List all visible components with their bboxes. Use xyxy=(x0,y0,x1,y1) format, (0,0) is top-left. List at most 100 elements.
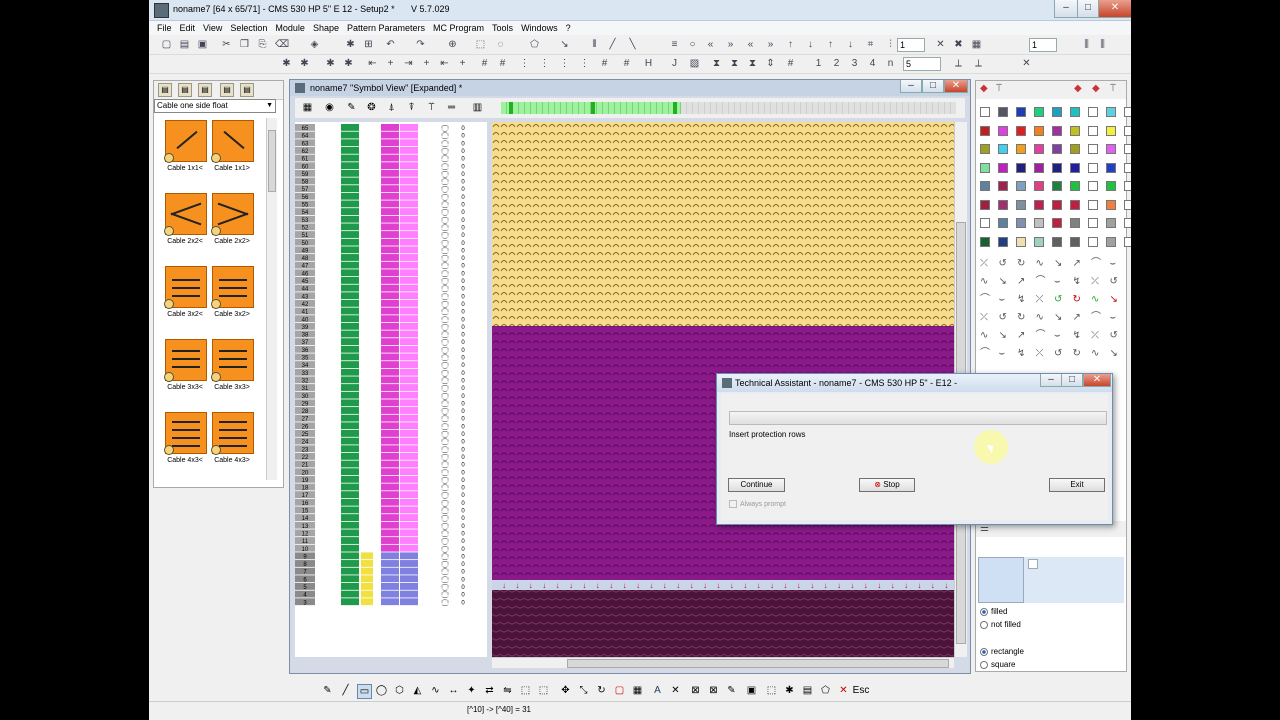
color-swatch[interactable] xyxy=(1088,125,1098,136)
color-swatch[interactable] xyxy=(1016,144,1026,154)
menu-edit[interactable]: Edit xyxy=(176,21,200,35)
cross-icon[interactable]: ✕ xyxy=(669,684,682,697)
stitch-symbol-icon[interactable]: ∿ xyxy=(1091,349,1099,359)
color-swatch[interactable] xyxy=(980,144,990,154)
ellipse-icon[interactable]: ◯ xyxy=(375,684,388,697)
hash-icon[interactable]: # xyxy=(479,58,490,69)
dotted-rect-icon[interactable]: ⬚ xyxy=(519,684,532,697)
color-swatch[interactable] xyxy=(980,199,990,210)
dialog-minimize-button[interactable]: – xyxy=(1040,374,1062,387)
plus-icon[interactable]: + xyxy=(385,58,396,69)
module-category-dropdown[interactable]: Cable one side float ▼ xyxy=(154,99,276,113)
color-swatch[interactable] xyxy=(1052,162,1062,173)
filled-radio[interactable]: filled xyxy=(980,607,1007,616)
color-swatch[interactable] xyxy=(1088,162,1098,173)
stitch-symbol-icon[interactable]: ⌒ xyxy=(980,295,990,305)
system-3-button[interactable]: 3 xyxy=(849,58,860,69)
color-swatch[interactable] xyxy=(1106,107,1116,117)
menu-file[interactable]: File xyxy=(149,21,176,35)
columns-icon[interactable]: ⫴ xyxy=(589,39,600,50)
needle-icon[interactable]: ⧗ xyxy=(711,58,722,69)
color-swatch[interactable] xyxy=(980,181,990,191)
color-icon-3[interactable]: ◆ xyxy=(1092,84,1100,94)
cable-3x3-right-tile[interactable] xyxy=(211,339,254,382)
star-icon[interactable]: ✱ xyxy=(281,58,292,69)
text-icon[interactable]: A xyxy=(651,684,664,697)
merge-icon[interactable]: ⫶ xyxy=(885,39,896,50)
j-icon[interactable]: J xyxy=(669,58,680,69)
double-left-icon[interactable]: « xyxy=(705,39,716,50)
gear-icon[interactable]: ✱ xyxy=(783,684,796,697)
double-left-icon-2[interactable]: « xyxy=(745,39,756,50)
always-prompt-checkbox[interactable]: Always prompt xyxy=(729,500,786,508)
cut-icon[interactable]: ✂ xyxy=(221,39,232,50)
star-icon-4[interactable]: ✱ xyxy=(343,58,354,69)
stitch-symbol-icon[interactable]: ⌣ xyxy=(1110,259,1117,269)
color-swatch[interactable] xyxy=(1124,181,1131,191)
escape-button[interactable]: Esc xyxy=(851,684,871,697)
expand-icon[interactable]: ⊞ xyxy=(363,39,374,50)
color-swatch[interactable] xyxy=(1016,181,1026,191)
app-icon[interactable] xyxy=(154,3,169,18)
hash-icon-2[interactable]: # xyxy=(497,58,508,69)
color-swatch[interactable] xyxy=(998,107,1008,117)
zoom-icon[interactable]: ⊕ xyxy=(447,39,458,50)
arrow-down-icon-2[interactable]: ↓ xyxy=(845,39,856,50)
color-swatch[interactable] xyxy=(1106,181,1116,191)
color-swatch[interactable] xyxy=(998,162,1008,173)
hash-icon-4[interactable]: # xyxy=(621,58,632,69)
stitch-symbol-icon[interactable]: ↻ xyxy=(1017,259,1025,269)
menu-tools[interactable]: Tools xyxy=(488,21,517,35)
circle-icon[interactable]: ○ xyxy=(687,39,698,50)
cable-2x2-left-tile[interactable] xyxy=(164,193,207,236)
select-icon[interactable]: ⬚ xyxy=(475,39,486,50)
stop-button[interactable]: ⊗ Stop xyxy=(859,478,915,492)
shape-list-icon[interactable]: ☰ xyxy=(980,524,989,534)
lines-icon[interactable]: ⋮ xyxy=(519,58,530,69)
redo-icon[interactable]: ↷ xyxy=(415,39,426,50)
dialog-close-button[interactable]: ✕ xyxy=(1083,374,1111,387)
line-icon[interactable]: ╱ xyxy=(607,39,618,50)
arrow-icon[interactable]: ↘ xyxy=(559,39,570,50)
stripe-icon[interactable]: ╲ xyxy=(627,39,638,50)
rotate-icon[interactable]: ↻ xyxy=(595,684,608,697)
resize-icon[interactable]: ⤡ xyxy=(577,684,590,697)
maximize-button[interactable]: □ xyxy=(1077,0,1099,18)
replace-icon[interactable]: ⇄ xyxy=(483,684,496,697)
close-x-icon[interactable]: ✕ xyxy=(837,684,850,697)
updown-icon[interactable]: ⇕ xyxy=(765,58,776,69)
rectangle-radio[interactable]: rectangle xyxy=(980,647,1024,656)
color-swatch[interactable] xyxy=(1088,199,1098,210)
delete-icon-2[interactable]: ⊠ xyxy=(707,684,720,697)
stitch-symbol-icon[interactable]: ↻ xyxy=(1073,295,1081,305)
h-icon[interactable]: H xyxy=(643,58,654,69)
shift-right-icon[interactable]: ⇥ xyxy=(403,58,414,69)
arrow-up-icon-2[interactable]: ↑ xyxy=(825,39,836,50)
color-swatch[interactable] xyxy=(1052,218,1062,228)
stitch-symbol-icon[interactable]: ⌣ xyxy=(999,349,1006,359)
color-swatch[interactable] xyxy=(1124,107,1131,117)
color-swatch[interactable] xyxy=(998,144,1008,154)
plus-icon-2[interactable]: + xyxy=(421,58,432,69)
grid-icon[interactable]: ▦ xyxy=(301,101,314,114)
color-swatch[interactable] xyxy=(998,181,1008,191)
color-swatch[interactable] xyxy=(1016,162,1026,173)
move-icon[interactable]: ✥ xyxy=(559,684,572,697)
stitch-symbol-icon[interactable]: ∿ xyxy=(1036,313,1044,323)
stitch-symbol-icon[interactable]: ⌣ xyxy=(1110,313,1117,323)
color-swatch[interactable] xyxy=(1052,125,1062,136)
color-swatch[interactable] xyxy=(998,236,1008,247)
color-swatch[interactable] xyxy=(1052,181,1062,191)
menu-shape[interactable]: Shape xyxy=(309,21,343,35)
stitch-symbol-icon[interactable]: ⤫ xyxy=(1036,349,1044,359)
color-swatch[interactable] xyxy=(980,236,990,247)
stitch-symbol-icon[interactable]: ↘ xyxy=(1110,349,1118,359)
dialog-maximize-button[interactable]: □ xyxy=(1061,374,1083,387)
color-swatch[interactable] xyxy=(1052,107,1062,117)
minimize-button[interactable]: – xyxy=(1054,0,1078,18)
toolbar-field-3[interactable]: 5 xyxy=(903,57,941,71)
undo-icon[interactable]: ↶ xyxy=(385,39,396,50)
columns-icon-3[interactable]: ⫼ xyxy=(1097,39,1108,50)
color-swatch[interactable] xyxy=(1034,162,1044,173)
palette-icon[interactable]: ▥ xyxy=(471,101,484,114)
